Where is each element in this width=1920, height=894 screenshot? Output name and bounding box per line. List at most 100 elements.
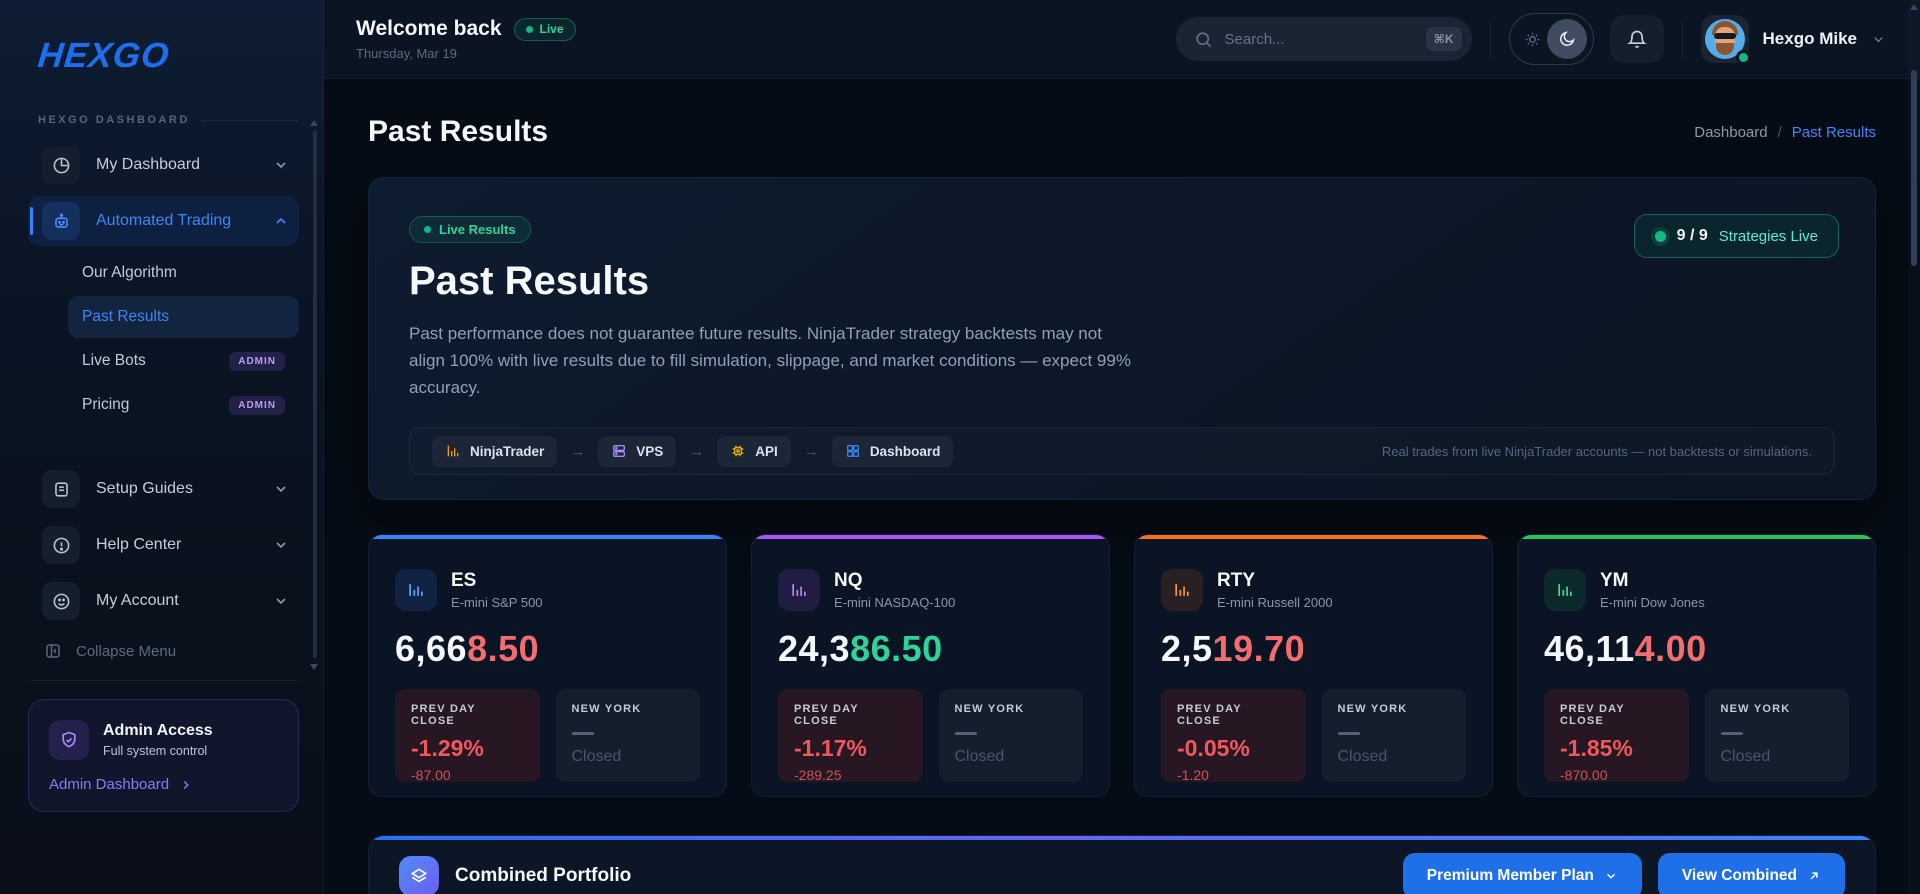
live-dot <box>424 226 431 233</box>
welcome-title: Welcome back <box>356 17 502 40</box>
chevron-down-icon <box>273 537 289 553</box>
sidebar-item-my-dashboard[interactable]: My Dashboard <box>28 140 299 190</box>
active-indicator-bar <box>30 207 33 235</box>
market-name: E-mini NASDAQ-100 <box>834 595 956 610</box>
breadcrumb-current: Past Results <box>1791 123 1876 141</box>
notifications-button[interactable] <box>1609 15 1664 63</box>
pipeline-step-label: Dashboard <box>869 443 941 459</box>
session-box: NEW YORK Closed <box>938 689 1083 782</box>
breadcrumb-separator: / <box>1777 123 1782 141</box>
price-accent: 19.70 <box>1212 628 1306 669</box>
data-pipeline-row: NinjaTrader → VPS → API → Dashboard Real… <box>409 427 1835 475</box>
prev-close-percent: -1.85% <box>1560 735 1633 761</box>
plan-button-label: Premium Member Plan <box>1426 867 1594 884</box>
page-scrollbar[interactable] <box>1908 0 1920 894</box>
robot-icon <box>42 202 80 240</box>
pipeline-step-label: VPS <box>636 443 664 459</box>
admin-dashboard-link[interactable]: Admin Dashboard <box>49 776 278 793</box>
avatar <box>1700 15 1751 65</box>
user-name: Hexgo Mike <box>1762 29 1857 48</box>
guide-document-icon <box>42 470 80 508</box>
card-accent-stripe <box>1135 535 1492 539</box>
market-symbol: ES <box>451 570 477 591</box>
sun-icon[interactable] <box>1524 31 1541 48</box>
sidebar-divider <box>28 680 299 681</box>
bar-chart-icon <box>395 569 437 611</box>
sidebar-section-label: HEXGO DASHBOARD <box>38 114 190 126</box>
strategies-label: Strategies Live <box>1718 227 1818 245</box>
scroll-up-arrow[interactable] <box>1910 4 1918 10</box>
pipeline-step-label: NinjaTrader <box>470 443 545 459</box>
sidebar-scrollbar[interactable] <box>313 130 317 658</box>
chevron-down-icon <box>273 593 289 609</box>
breadcrumb-dashboard[interactable]: Dashboard <box>1694 124 1767 141</box>
session-dash <box>1337 732 1360 735</box>
header-divider <box>1681 21 1683 57</box>
prev-close-change: -289.25 <box>794 767 842 783</box>
collapse-menu-button[interactable]: Collapse Menu <box>44 642 299 660</box>
sidebar-subitem-pricing[interactable]: Pricing ADMIN <box>68 384 299 426</box>
sidebar-scroll-down-arrow[interactable] <box>310 664 318 670</box>
bar-chart-icon <box>1161 569 1203 611</box>
live-status-badge: Live <box>513 17 576 41</box>
premium-member-plan-button[interactable]: Premium Member Plan <box>1402 853 1642 894</box>
subitem-label: Past Results <box>82 308 170 325</box>
market-card-rty: RTY E-mini Russell 2000 2,519.70 PREV DA… <box>1134 534 1493 797</box>
prev-day-close-box: PREV DAY CLOSE -1.17% -289.25 <box>778 689 923 783</box>
price-accent: 4.00 <box>1634 628 1707 669</box>
layers-icon <box>399 856 439 894</box>
chevron-down-icon <box>1871 32 1886 47</box>
price-accent: 8.50 <box>467 628 540 669</box>
header-divider <box>1489 21 1491 57</box>
sidebar-subitem-live-bots[interactable]: Live Bots ADMIN <box>68 340 299 382</box>
session-status: Closed <box>1337 748 1388 765</box>
market-name: E-mini Dow Jones <box>1600 595 1705 610</box>
market-name: E-mini Russell 2000 <box>1217 595 1333 610</box>
prev-close-label: PREV DAY CLOSE <box>1177 703 1242 727</box>
bar-chart-icon <box>447 445 459 457</box>
sidebar-item-automated-trading[interactable]: Automated Trading <box>28 196 299 246</box>
sidebar-item-label: Help Center <box>96 536 182 553</box>
theme-toggle[interactable] <box>1508 13 1594 65</box>
market-symbol: YM <box>1600 570 1629 591</box>
sidebar-item-help-center[interactable]: Help Center <box>28 520 299 570</box>
bar-chart-icon <box>1544 569 1586 611</box>
session-dash <box>1720 732 1743 735</box>
live-results-badge: Live Results <box>409 216 531 243</box>
scrollbar-thumb[interactable] <box>1911 70 1917 266</box>
chevron-right-icon <box>183 780 189 789</box>
sidebar-section-header: HEXGO DASHBOARD <box>38 114 299 126</box>
prev-day-close-box: PREV DAY CLOSE -1.85% -870.00 <box>1544 689 1689 783</box>
view-combined-button[interactable]: View Combined <box>1657 853 1845 894</box>
search-input[interactable]: Search... ⌘K <box>1175 17 1472 61</box>
subitem-label: Live Bots <box>82 352 146 369</box>
info-circle-icon <box>42 526 80 564</box>
automated-trading-submenu: Our Algorithm Past Results Live Bots ADM… <box>28 252 299 426</box>
user-menu[interactable]: Hexgo Mike <box>1700 15 1886 65</box>
sidebar-scroll-up-arrow[interactable] <box>310 120 318 126</box>
sidebar-item-my-account[interactable]: My Account <box>28 576 299 626</box>
view-button-label: View Combined <box>1681 867 1797 884</box>
chip-icon <box>732 445 744 457</box>
sidebar-item-label: Setup Guides <box>96 480 193 497</box>
hexgo-logo: HEXGO <box>36 36 172 75</box>
chevron-down-icon <box>273 157 289 173</box>
online-status-dot <box>1735 50 1751 65</box>
section-divider-line <box>201 119 299 121</box>
market-price: 2,519.70 <box>1161 628 1466 670</box>
strategies-live-badge: 9 / 9 Strategies Live <box>1633 214 1839 258</box>
sidebar-item-label: My Dashboard <box>96 156 201 173</box>
prev-close-label: PREV DAY CLOSE <box>1560 703 1625 727</box>
pipeline-note: Real trades from live NinjaTrader accoun… <box>1381 443 1812 459</box>
user-smile-icon <box>42 582 80 620</box>
price-main: 2,5 <box>1161 628 1213 669</box>
top-header-bar: Welcome back Live Thursday, Mar 19 Searc… <box>324 0 1920 79</box>
sidebar-subitem-our-algorithm[interactable]: Our Algorithm <box>68 252 299 294</box>
sidebar-subitem-past-results[interactable]: Past Results <box>68 296 299 338</box>
admin-badge: ADMIN <box>229 351 285 371</box>
sidebar-item-setup-guides[interactable]: Setup Guides <box>28 464 299 514</box>
grid-icon <box>846 445 859 457</box>
moon-icon[interactable] <box>1546 19 1587 59</box>
market-card-es: ES E-mini S&P 500 6,668.50 PREV DAY CLOS… <box>368 534 727 797</box>
